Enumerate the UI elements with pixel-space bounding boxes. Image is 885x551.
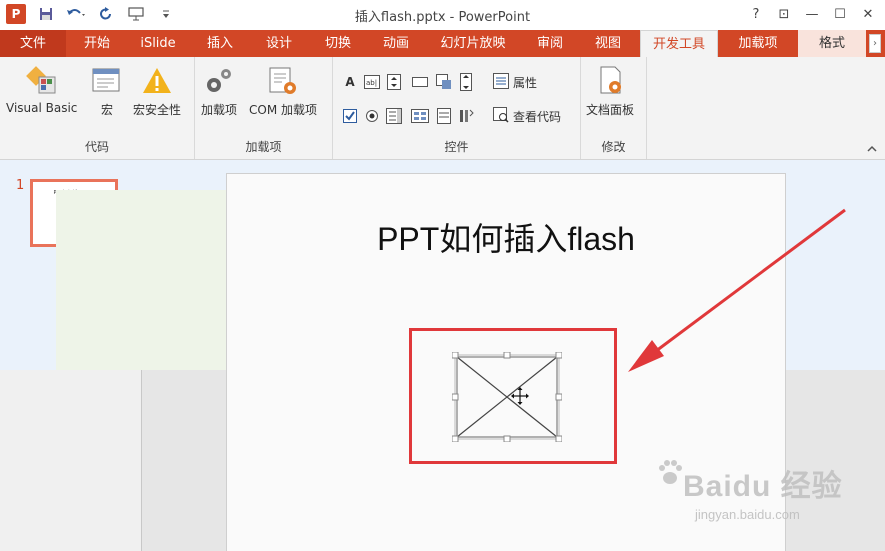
combobox-control-icon[interactable]	[435, 107, 453, 125]
tab-file[interactable]: 文件	[0, 30, 66, 57]
minimize-button[interactable]: —	[799, 4, 825, 24]
spin-button-control-icon[interactable]	[385, 73, 403, 91]
collapse-ribbon-icon[interactable]	[867, 142, 877, 155]
ribbon-group-addins: 加载项 COM 加载项 加载项	[195, 57, 333, 159]
visual-basic-icon	[25, 65, 59, 97]
close-button[interactable]: ✕	[855, 4, 881, 24]
addins-label: 加载项	[201, 103, 238, 117]
group-label-modify: 修改	[601, 140, 626, 154]
textbox-control-icon[interactable]: ab|	[363, 73, 381, 91]
properties-label: 属性	[513, 76, 538, 90]
toggle-button-control-icon[interactable]	[411, 107, 429, 125]
paw-logo-icon	[659, 460, 682, 484]
group-label-controls: 控件	[444, 140, 469, 154]
maximize-button[interactable]: ☐	[827, 4, 853, 24]
visual-basic-button[interactable]: Visual Basic	[6, 65, 77, 115]
gears-icon	[202, 65, 236, 97]
view-code-icon	[493, 107, 509, 126]
macro-icon	[90, 65, 124, 97]
macro-security-label: 宏安全性	[133, 103, 182, 117]
watermark-url: jingyan.baidu.com	[695, 507, 800, 522]
properties-icon	[493, 73, 509, 92]
option-button-control-icon[interactable]	[363, 107, 381, 125]
workspace: 1 PPT如何插入flash PPT如何插入flash	[0, 160, 885, 551]
ribbon-developer: Visual Basic 宏 宏安全性 代码 加载项 COM 加载项 加载项 A…	[0, 57, 885, 160]
ribbon-tab-bar: 文件 开始 iSlide 插入 设计 切换 动画 幻灯片放映 审阅 视图 开发工…	[0, 30, 885, 57]
scrollbar-control-icon[interactable]	[457, 73, 475, 91]
tab-view[interactable]: 视图	[580, 30, 636, 57]
tab-animations[interactable]: 动画	[368, 30, 424, 57]
macro-button[interactable]: 宏	[90, 65, 124, 118]
ribbon-group-code: Visual Basic 宏 宏安全性 代码	[0, 57, 195, 159]
help-button[interactable]: ?	[743, 4, 769, 24]
com-addins-button[interactable]: COM 加载项	[249, 65, 317, 118]
ribbon-group-controls: A ab| 属性 查看代码 控件	[333, 57, 581, 159]
macro-security-button[interactable]: 宏安全性	[133, 65, 181, 118]
ribbon-display-options-button[interactable]: ⊡	[771, 4, 797, 24]
tab-format[interactable]: 格式	[798, 30, 866, 57]
tab-islide[interactable]: iSlide	[128, 30, 188, 57]
view-code-label: 查看代码	[513, 110, 562, 124]
group-label-code: 代码	[84, 140, 109, 154]
visual-basic-label: Visual Basic	[6, 101, 78, 115]
tab-addins[interactable]: 加载项	[722, 30, 794, 57]
document-panel-button[interactable]: 文档面板	[586, 65, 634, 118]
tab-review[interactable]: 审阅	[522, 30, 578, 57]
window-controls: ? ⊡ — ☐ ✕	[743, 4, 881, 24]
tab-developer[interactable]: 开发工具	[640, 30, 718, 57]
tab-slideshow[interactable]: 幻灯片放映	[426, 30, 520, 57]
svg-text:ab|: ab|	[366, 79, 377, 87]
tab-insert[interactable]: 插入	[192, 30, 248, 57]
macro-label: 宏	[100, 103, 113, 117]
properties-button[interactable]: 属性	[493, 73, 537, 92]
label-control-icon[interactable]: A	[341, 73, 359, 91]
ribbon-group-modify: 文档面板 修改	[581, 57, 647, 159]
group-label-addins: 加载项	[245, 140, 282, 154]
image-control-icon[interactable]	[435, 73, 453, 91]
com-addins-label: COM 加载项	[249, 103, 317, 117]
baidu-watermark: Baidu 经验 jingyan.baidu.com	[655, 457, 855, 537]
view-code-button[interactable]: 查看代码	[493, 107, 561, 126]
warning-icon	[140, 65, 174, 97]
com-addins-icon	[266, 65, 300, 97]
tab-scroll-right-icon[interactable]: ›	[869, 34, 881, 53]
tab-design[interactable]: 设计	[250, 30, 308, 57]
document-panel-icon	[593, 65, 627, 97]
checkbox-control-icon[interactable]	[341, 107, 359, 125]
more-controls-icon[interactable]	[457, 107, 475, 125]
listbox-control-icon[interactable]	[385, 107, 403, 125]
document-panel-label: 文档面板	[586, 103, 635, 117]
tab-home[interactable]: 开始	[70, 30, 124, 57]
addins-button[interactable]: 加载项	[201, 65, 237, 118]
tab-transitions[interactable]: 切换	[310, 30, 366, 57]
watermark-brand: Baidu 经验	[683, 470, 843, 503]
command-button-control-icon[interactable]	[411, 73, 429, 91]
title-bar: P 插入flash.pptx - PowerPoint ? ⊡ — ☐ ✕	[0, 0, 885, 30]
